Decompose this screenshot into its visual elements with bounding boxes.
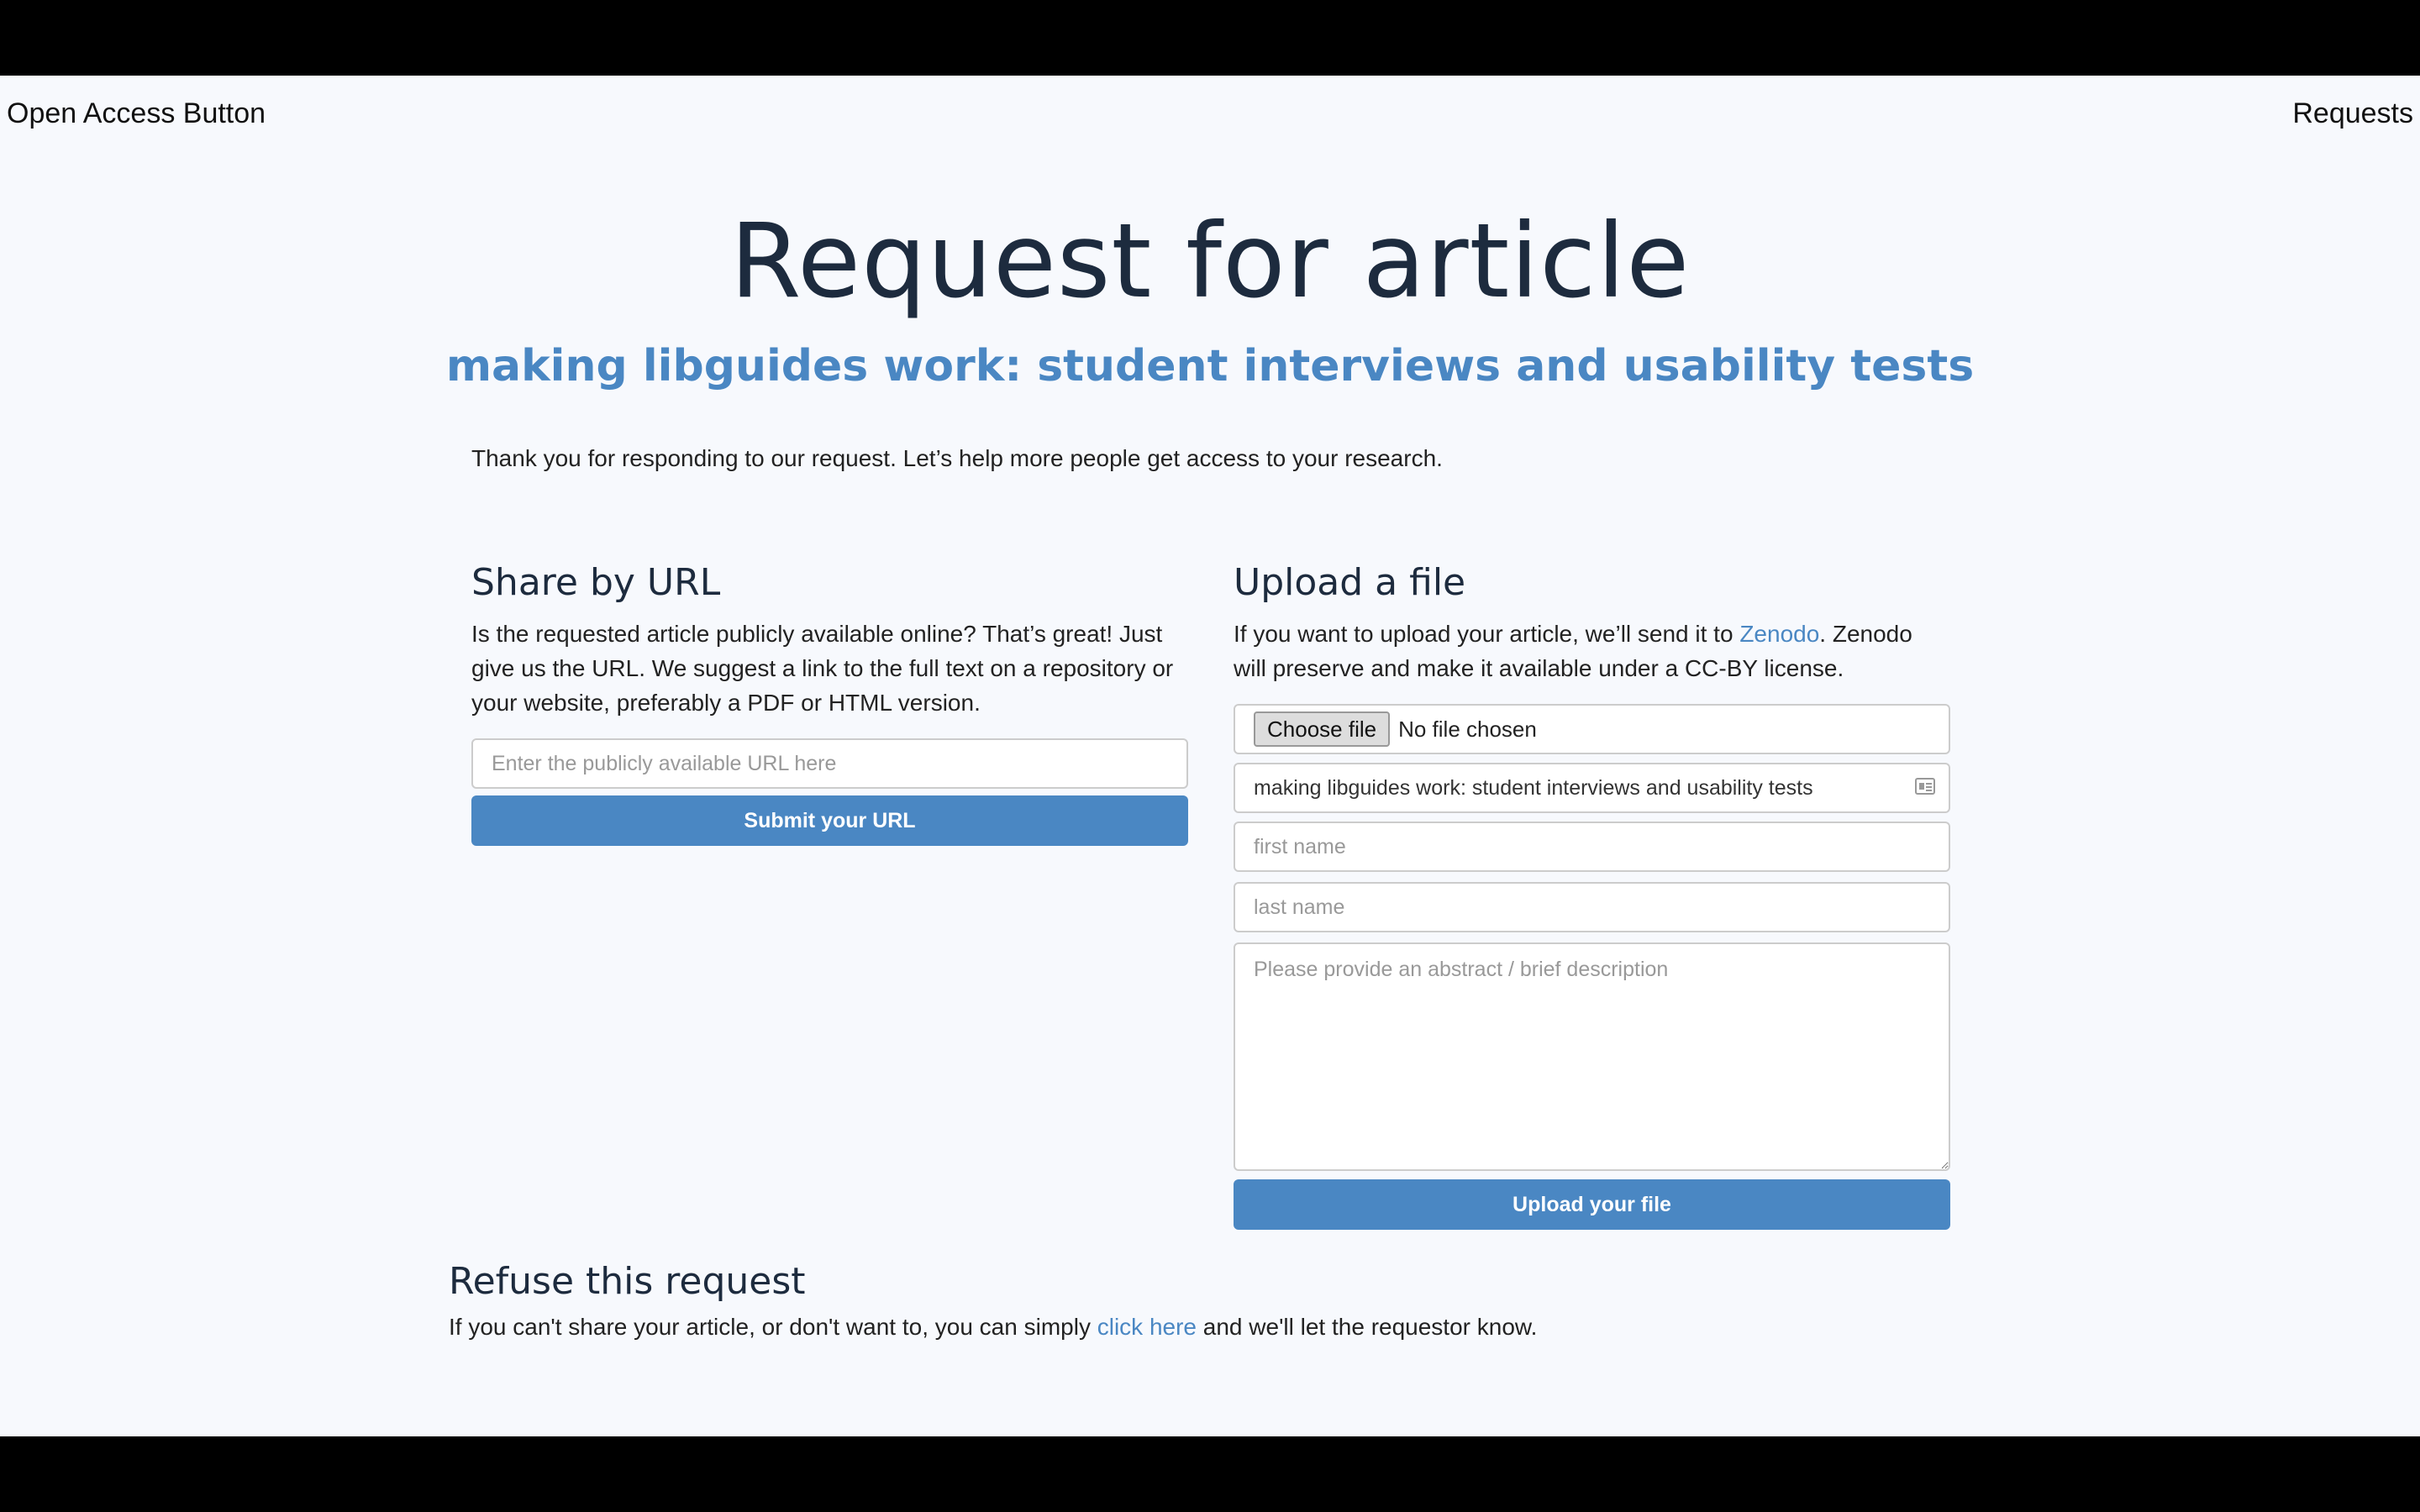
file-status: No file chosen bbox=[1398, 716, 1537, 742]
upload-file-section: Upload a file If you want to upload your… bbox=[1234, 561, 1950, 1231]
upload-description: If you want to upload your article, we’l… bbox=[1234, 617, 1950, 685]
choose-file-button[interactable]: Choose file bbox=[1254, 711, 1391, 748]
intro-text: Thank you for responding to our request.… bbox=[471, 445, 1443, 471]
share-heading: Share by URL bbox=[471, 561, 721, 604]
last-name-input[interactable] bbox=[1234, 882, 1950, 933]
upload-file-button[interactable]: Upload your file bbox=[1234, 1179, 1950, 1231]
zenodo-link[interactable]: Zenodo bbox=[1739, 621, 1819, 647]
refuse-text-before: If you can't share your article, or don'… bbox=[449, 1314, 1097, 1341]
upload-desc-before: If you want to upload your article, we’l… bbox=[1234, 621, 1740, 648]
refuse-text-after: and we'll let the requestor know. bbox=[1197, 1314, 1538, 1341]
page-title: Request for article bbox=[729, 202, 1691, 321]
file-picker[interactable]: Choose file No file chosen bbox=[1234, 704, 1950, 755]
upload-heading: Upload a file bbox=[1234, 561, 1466, 604]
url-input[interactable] bbox=[471, 738, 1188, 790]
refuse-click-here-link[interactable]: click here bbox=[1097, 1314, 1197, 1340]
share-description: Is the requested article publicly availa… bbox=[471, 621, 1174, 717]
submit-url-button[interactable]: Submit your URL bbox=[471, 795, 1188, 847]
contact-card-icon[interactable] bbox=[1915, 778, 1935, 795]
title-field-wrapper bbox=[1234, 763, 1950, 814]
refuse-text: If you can't share your article, or don'… bbox=[449, 1314, 2045, 1341]
abstract-textarea[interactable] bbox=[1234, 942, 1950, 1172]
refuse-section: Refuse this request If you can't share y… bbox=[449, 1260, 2045, 1341]
first-name-input[interactable] bbox=[1234, 822, 1950, 873]
nav-requests-link[interactable]: Requests bbox=[2292, 97, 2413, 130]
article-title-input[interactable] bbox=[1234, 763, 1950, 814]
top-letterbox bbox=[0, 0, 2420, 76]
nav-brand-link[interactable]: Open Access Button bbox=[7, 97, 266, 130]
share-by-url-section: Share by URL Is the requested article pu… bbox=[471, 561, 1188, 847]
bottom-letterbox bbox=[0, 1436, 2420, 1512]
article-title: making libguides work: student interview… bbox=[445, 341, 1975, 391]
refuse-heading: Refuse this request bbox=[449, 1260, 806, 1303]
page: Open Access Button Requests Request for … bbox=[0, 76, 2420, 1436]
